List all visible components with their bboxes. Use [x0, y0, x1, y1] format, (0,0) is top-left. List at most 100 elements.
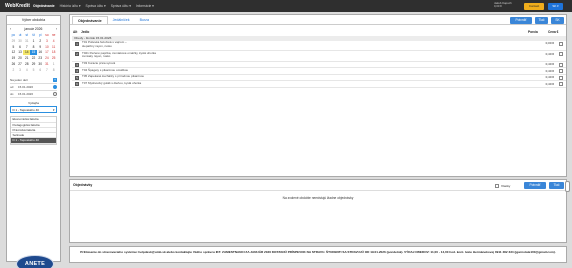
- item-checkbox[interactable]: [559, 82, 563, 86]
- item-checkbox[interactable]: [559, 41, 563, 46]
- menu-row[interactable]: 6 T07 Myslivecký guláš s dieňou, kyslá u…: [72, 81, 566, 88]
- nav-item-account-management[interactable]: Správa účtu ▾: [86, 4, 106, 8]
- tab-ordering[interactable]: Objednávanie: [72, 16, 108, 24]
- calendar-day[interactable]: 24: [44, 56, 51, 61]
- from-label: od:: [10, 84, 15, 89]
- calendar-day[interactable]: 31: [23, 39, 30, 44]
- calendar-day[interactable]: 6: [17, 45, 24, 50]
- confirm-button[interactable]: Potvrdiť: [510, 17, 532, 24]
- plus-icon[interactable]: +: [53, 77, 57, 82]
- menu-table-header: Alt Jedlo Porcia Cena €: [72, 30, 566, 35]
- scroll-handle[interactable]: [565, 181, 570, 192]
- language-select[interactable]: SK ▾: [548, 3, 563, 10]
- calendar-day[interactable]: 3: [44, 39, 51, 44]
- item-price: 0,40 €: [545, 62, 554, 66]
- print-button[interactable]: Tlač: [535, 17, 548, 24]
- item-checkbox[interactable]: [559, 62, 563, 67]
- calendar-day[interactable]: 25: [50, 56, 57, 61]
- calendar-day[interactable]: 28: [23, 62, 30, 67]
- calendar-weekday: po: [11, 33, 16, 37]
- calendar-day[interactable]: 21: [23, 56, 30, 61]
- calendar-day[interactable]: 12: [10, 50, 17, 55]
- nav-item-information[interactable]: Informácie ▾: [136, 4, 154, 8]
- calendar-day[interactable]: 14: [23, 50, 31, 56]
- item-number: 4: [75, 69, 79, 74]
- calendar-day[interactable]: 11: [50, 45, 57, 50]
- calendar-day[interactable]: 9: [37, 45, 44, 50]
- calendar-day[interactable]: 5: [10, 45, 17, 50]
- item-name: T04 Špagety s pikantnou omáčkou: [82, 67, 129, 72]
- user-info[interactable]: Jakub Kapuch 0,00 €: [494, 1, 512, 10]
- to-radio[interactable]: [53, 91, 57, 96]
- one-day-row[interactable]: Na jeden deň +: [10, 77, 57, 84]
- tab-exchange[interactable]: Burza: [135, 16, 154, 24]
- menu-row[interactable]: 3 T03 Kuracie prsia syrová 0,40 €: [72, 61, 566, 68]
- item-price: 0,40 €: [545, 81, 554, 86]
- menu-row[interactable]: 5 T05 Zapekané kuchárky s prírodnou pika…: [72, 74, 566, 81]
- calendar-day[interactable]: 15: [30, 50, 37, 56]
- menu-row[interactable]: 4 T04 Špagety s pikantnou omáčkou 0,40 €: [72, 67, 566, 75]
- period-sidebar: Výber obdobia ‹ január 2026 › po ut st št pi…: [6, 15, 61, 268]
- calendar-day[interactable]: 1: [50, 62, 57, 67]
- contact-button[interactable]: Contact: [524, 3, 544, 10]
- calendar-day[interactable]: 29: [10, 39, 17, 44]
- item-checkbox[interactable]: [559, 75, 563, 80]
- calendar-day[interactable]: 19: [10, 56, 17, 61]
- tab-menu[interactable]: Jedálniček: [108, 16, 135, 24]
- calendar-day[interactable]: 7: [44, 68, 51, 73]
- calendar-day[interactable]: 30: [17, 39, 24, 44]
- nav-item-ordering[interactable]: Objednávanie: [33, 4, 55, 8]
- to-date-value[interactable]: 15.01.2026: [18, 92, 53, 96]
- calendar-day[interactable]: 18: [50, 50, 57, 55]
- top-navbar: WebKredit Objednávanie História účtu ▾ S…: [0, 0, 572, 12]
- calendar-day[interactable]: 17: [44, 50, 51, 55]
- orders-confirm-button[interactable]: Potvrdiť: [524, 182, 546, 189]
- nav-item-account-history[interactable]: História účtu ▾: [60, 4, 81, 8]
- calendar-day[interactable]: 30: [37, 62, 44, 67]
- calendar-day[interactable]: 22: [30, 56, 37, 61]
- calendar-day[interactable]: 26: [10, 62, 17, 67]
- calendar-day[interactable]: 8: [30, 45, 37, 50]
- calendar-day[interactable]: 31: [44, 62, 51, 67]
- calendar-weekday: ut: [18, 33, 22, 37]
- calendar-day[interactable]: 4: [23, 68, 30, 73]
- chevron-down-icon: ▾: [52, 108, 55, 113]
- menu-row[interactable]: 1 T01 Polievka fazuľová s vajcom – slepa…: [72, 40, 566, 51]
- calendar-day[interactable]: 2: [37, 39, 44, 44]
- menu-tabs: Objednávanie Jedálniček Burza: [70, 15, 566, 25]
- lang-button[interactable]: SK: [551, 17, 564, 24]
- calendar-day[interactable]: 3: [17, 68, 24, 73]
- all-checkbox[interactable]: [495, 183, 499, 188]
- calendar-day[interactable]: 1: [30, 39, 37, 44]
- calendar-day[interactable]: 23: [37, 56, 44, 61]
- sidebar-title: Výber obdobia: [7, 16, 60, 25]
- calendar-day[interactable]: 10: [44, 45, 51, 50]
- calendar-day[interactable]: 13: [17, 50, 24, 55]
- from-date-row[interactable]: od: 15.01.2026: [10, 84, 57, 91]
- calendar-day[interactable]: 27: [17, 62, 24, 67]
- item-checkbox[interactable]: [559, 69, 563, 73]
- to-date-row[interactable]: do: 15.01.2026: [10, 91, 57, 98]
- menu-row[interactable]: 2 T021 Pečené paprika, zemiakové omáčky,…: [72, 51, 566, 62]
- calendar-day[interactable]: 6: [37, 68, 44, 73]
- item-checkbox[interactable]: [559, 52, 563, 56]
- from-radio[interactable]: [53, 84, 57, 89]
- from-date-value[interactable]: 15.01.2026: [18, 85, 53, 89]
- calendar-day[interactable]: 5: [30, 68, 37, 73]
- nav-item-account-settings[interactable]: Správa účtu ▾: [111, 4, 131, 8]
- item-price: 0,40 €: [545, 75, 554, 79]
- calendar-day[interactable]: 20: [17, 56, 24, 61]
- brand-logo[interactable]: WebKredit: [5, 3, 33, 9]
- canteen-select[interactable]: D 1 - Tajovského 40 ▾: [10, 106, 57, 114]
- calendar-day[interactable]: 16: [37, 50, 44, 55]
- calendar-day[interactable]: 2: [10, 68, 17, 73]
- calendar-day[interactable]: 8: [50, 68, 57, 73]
- calendar-next-icon[interactable]: ›: [56, 27, 57, 31]
- calendar-day[interactable]: 4: [50, 39, 57, 44]
- main-nav: Objednávanie História účtu ▾ Správa účtu…: [33, 4, 159, 8]
- item-number: 2: [75, 52, 79, 57]
- calendar-day[interactable]: 7: [23, 45, 30, 50]
- orders-print-button[interactable]: Tlač: [549, 182, 564, 189]
- canteen-option-selected[interactable]: D 1 - Tajovského 40: [11, 138, 56, 144]
- calendar-day[interactable]: 29: [30, 62, 37, 67]
